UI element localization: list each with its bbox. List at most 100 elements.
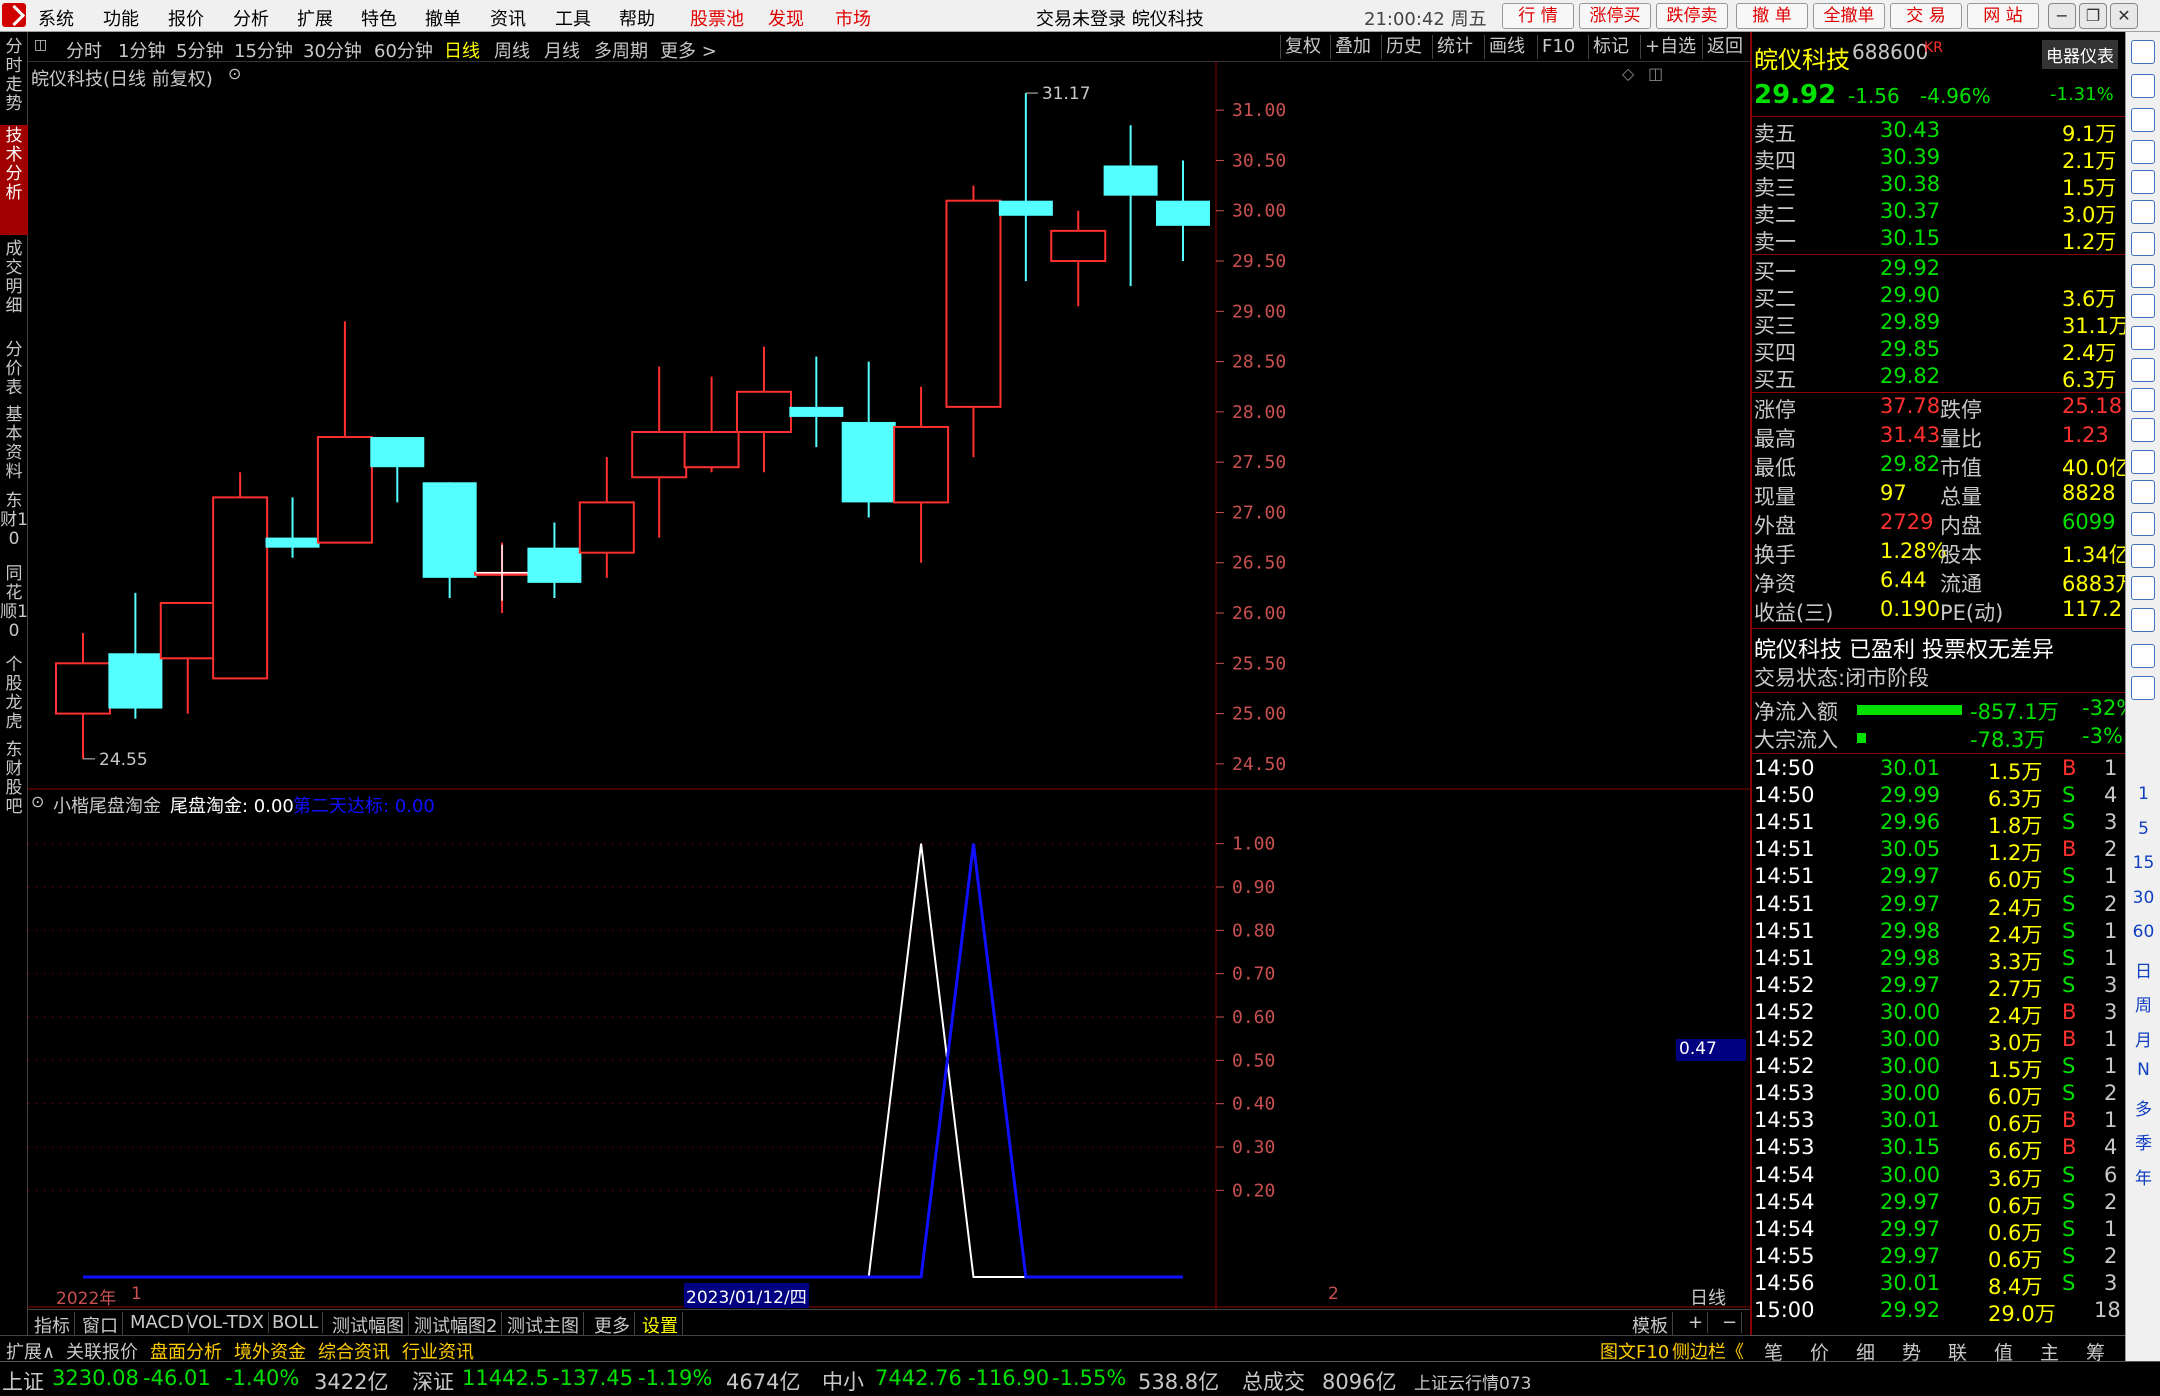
close-icon[interactable]: ✕ bbox=[2110, 3, 2138, 29]
panel-tab[interactable]: 筹 bbox=[2086, 1338, 2105, 1365]
tab-technical[interactable]: 技术分析 bbox=[0, 125, 28, 235]
period-shortcut[interactable]: 多 bbox=[2126, 1095, 2160, 1120]
home-icon[interactable] bbox=[2131, 74, 2155, 98]
period-15min[interactable]: 15分钟 bbox=[234, 37, 293, 63]
panel-tab[interactable]: 主 bbox=[2040, 1338, 2059, 1365]
panel-tab[interactable]: 细 bbox=[1856, 1338, 1875, 1365]
btn-add-watchlist[interactable]: +自选 bbox=[1640, 35, 1700, 59]
diamond-icon[interactable]: ◇ bbox=[1622, 64, 1634, 83]
btn-mark[interactable]: 标记 bbox=[1588, 35, 1633, 59]
tab-eastmoney10[interactable]: 东财10 bbox=[0, 490, 28, 560]
period-more[interactable]: 更多 > bbox=[660, 37, 717, 63]
f10-icon[interactable] bbox=[2131, 294, 2155, 318]
period-5min[interactable]: 5分钟 bbox=[176, 37, 223, 63]
period-shortcut[interactable]: 5 bbox=[2126, 819, 2160, 839]
f2-icon[interactable] bbox=[2131, 388, 2155, 412]
period-60min[interactable]: 60分钟 bbox=[374, 37, 433, 63]
menu-item-stock-pool[interactable]: 股票池 bbox=[690, 5, 744, 31]
button-limit-down-sell[interactable]: 跌停卖 bbox=[1656, 3, 1728, 29]
move-icon[interactable] bbox=[2131, 576, 2155, 600]
menu-item-discover[interactable]: 发现 bbox=[768, 5, 804, 31]
period-1min[interactable]: 1分钟 bbox=[118, 37, 165, 63]
period-shortcut[interactable]: N bbox=[2126, 1060, 2160, 1080]
panel-toggle-icon[interactable]: ◫ bbox=[34, 37, 47, 53]
tab-boll[interactable]: BOLL bbox=[268, 1312, 324, 1333]
list-icon[interactable] bbox=[2131, 140, 2155, 164]
period-30min[interactable]: 30分钟 bbox=[303, 37, 362, 63]
menu-item-extend[interactable]: 扩展 bbox=[297, 5, 333, 31]
menu-item-function[interactable]: 功能 bbox=[103, 5, 139, 31]
tab-forum[interactable]: 东财股吧 bbox=[0, 739, 28, 821]
panel-tab[interactable]: 联 bbox=[1948, 1338, 1967, 1365]
period-daily[interactable]: 日线 bbox=[444, 37, 480, 63]
panel-tab[interactable]: 笔 bbox=[1764, 1338, 1783, 1365]
btn-history[interactable]: 历史 bbox=[1381, 35, 1426, 59]
button-market[interactable]: 行 情 bbox=[1502, 3, 1574, 29]
table-icon[interactable] bbox=[2131, 264, 2155, 288]
menu-item-quote[interactable]: 报价 bbox=[168, 5, 204, 31]
button-limit-up-buy[interactable]: 涨停买 bbox=[1579, 3, 1651, 29]
arrow-down-icon[interactable] bbox=[2131, 108, 2155, 132]
period-shortcut[interactable]: 15 bbox=[2126, 853, 2160, 873]
btn-stats[interactable]: 统计 bbox=[1432, 35, 1477, 59]
wave-icon[interactable] bbox=[2131, 480, 2155, 504]
button-website[interactable]: 网 站 bbox=[1967, 3, 2039, 29]
period-multi[interactable]: 多周期 bbox=[594, 37, 648, 63]
chart-area[interactable]: 24.50 25.00 25.50 26.00 26.50 27.00 27.50 28.00… bbox=[28, 62, 1750, 1312]
panel-tab[interactable]: 价 bbox=[1810, 1338, 1829, 1365]
period-intraday[interactable]: 分时 bbox=[66, 37, 102, 63]
btn-adjust[interactable]: 复权 bbox=[1280, 35, 1325, 59]
grid-icon[interactable] bbox=[2131, 170, 2155, 194]
period-shortcut[interactable]: 1 bbox=[2126, 784, 2160, 804]
minimize-icon[interactable]: − bbox=[2048, 3, 2076, 29]
image-icon[interactable] bbox=[2131, 676, 2155, 700]
menu-item-feature[interactable]: 特色 bbox=[361, 5, 397, 31]
button-cancel-order[interactable]: 撤 单 bbox=[1736, 3, 1808, 29]
btn-f10[interactable]: F10 bbox=[1537, 35, 1579, 59]
period-shortcut[interactable]: 年 bbox=[2126, 1164, 2160, 1189]
period-shortcut[interactable]: 30 bbox=[2126, 888, 2160, 908]
button-cancel-all[interactable]: 全撤单 bbox=[1813, 3, 1885, 29]
menu-item-news[interactable]: 资讯 bbox=[490, 5, 526, 31]
tab-fundamentals[interactable]: 基本资料 bbox=[0, 404, 28, 486]
panel-tab[interactable]: 值 bbox=[1994, 1338, 2013, 1365]
kline-icon[interactable] bbox=[2131, 232, 2155, 256]
coin-icon[interactable] bbox=[2131, 544, 2155, 568]
tab-ths10[interactable]: 同花顺10 bbox=[0, 563, 28, 651]
tab-vol-tdx[interactable]: VOL-TDX bbox=[182, 1312, 269, 1333]
period-monthly[interactable]: 月线 bbox=[544, 37, 580, 63]
restore-icon[interactable]: ❐ bbox=[2079, 3, 2107, 29]
tab-dragon-tiger[interactable]: 个股龙虎 bbox=[0, 654, 28, 736]
report-icon[interactable] bbox=[2131, 326, 2155, 350]
period-shortcut[interactable]: 日 bbox=[2126, 957, 2160, 982]
add-pane-button[interactable]: + bbox=[1684, 1312, 1709, 1333]
button-trade[interactable]: 交 易 bbox=[1890, 3, 1962, 29]
period-shortcut[interactable]: 月 bbox=[2126, 1026, 2160, 1051]
menu-item-help[interactable]: 帮助 bbox=[619, 5, 655, 31]
remove-pane-button[interactable]: − bbox=[1718, 1312, 1743, 1333]
tab-macd[interactable]: MACD bbox=[126, 1312, 189, 1333]
chart-settings-icon[interactable]: ⊙ bbox=[228, 64, 241, 83]
btn-draw[interactable]: 画线 bbox=[1484, 35, 1529, 59]
tab-trade-detail[interactable]: 成交明细 bbox=[0, 238, 28, 336]
btn-overlay[interactable]: 叠加 bbox=[1330, 35, 1375, 59]
arrow-up-icon[interactable] bbox=[2131, 40, 2155, 64]
menu-item-system[interactable]: 系统 bbox=[38, 5, 74, 31]
btn-back[interactable]: 返回 bbox=[1702, 35, 1747, 59]
panel-tab[interactable]: 势 bbox=[1902, 1338, 1921, 1365]
doc-icon[interactable] bbox=[2131, 418, 2155, 442]
circle-icon[interactable] bbox=[2131, 450, 2155, 474]
tab-price-table[interactable]: 分价表 bbox=[0, 339, 28, 401]
pen-icon[interactable] bbox=[2131, 608, 2155, 632]
period-shortcut[interactable]: 季 bbox=[2126, 1129, 2160, 1154]
menu-item-tools[interactable]: 工具 bbox=[555, 5, 591, 31]
menu-item-analysis[interactable]: 分析 bbox=[233, 5, 269, 31]
f5-icon[interactable] bbox=[2131, 644, 2155, 668]
period-shortcut[interactable]: 60 bbox=[2126, 922, 2160, 942]
menu-item-market[interactable]: 市场 bbox=[835, 5, 871, 31]
period-shortcut[interactable]: 周 bbox=[2126, 991, 2160, 1016]
panel-icon[interactable]: ◫ bbox=[1648, 64, 1663, 83]
menu-item-cancel[interactable]: 撤单 bbox=[425, 5, 461, 31]
line-chart-icon[interactable] bbox=[2131, 200, 2155, 224]
tab-intraday[interactable]: 分时走势 bbox=[0, 36, 28, 122]
